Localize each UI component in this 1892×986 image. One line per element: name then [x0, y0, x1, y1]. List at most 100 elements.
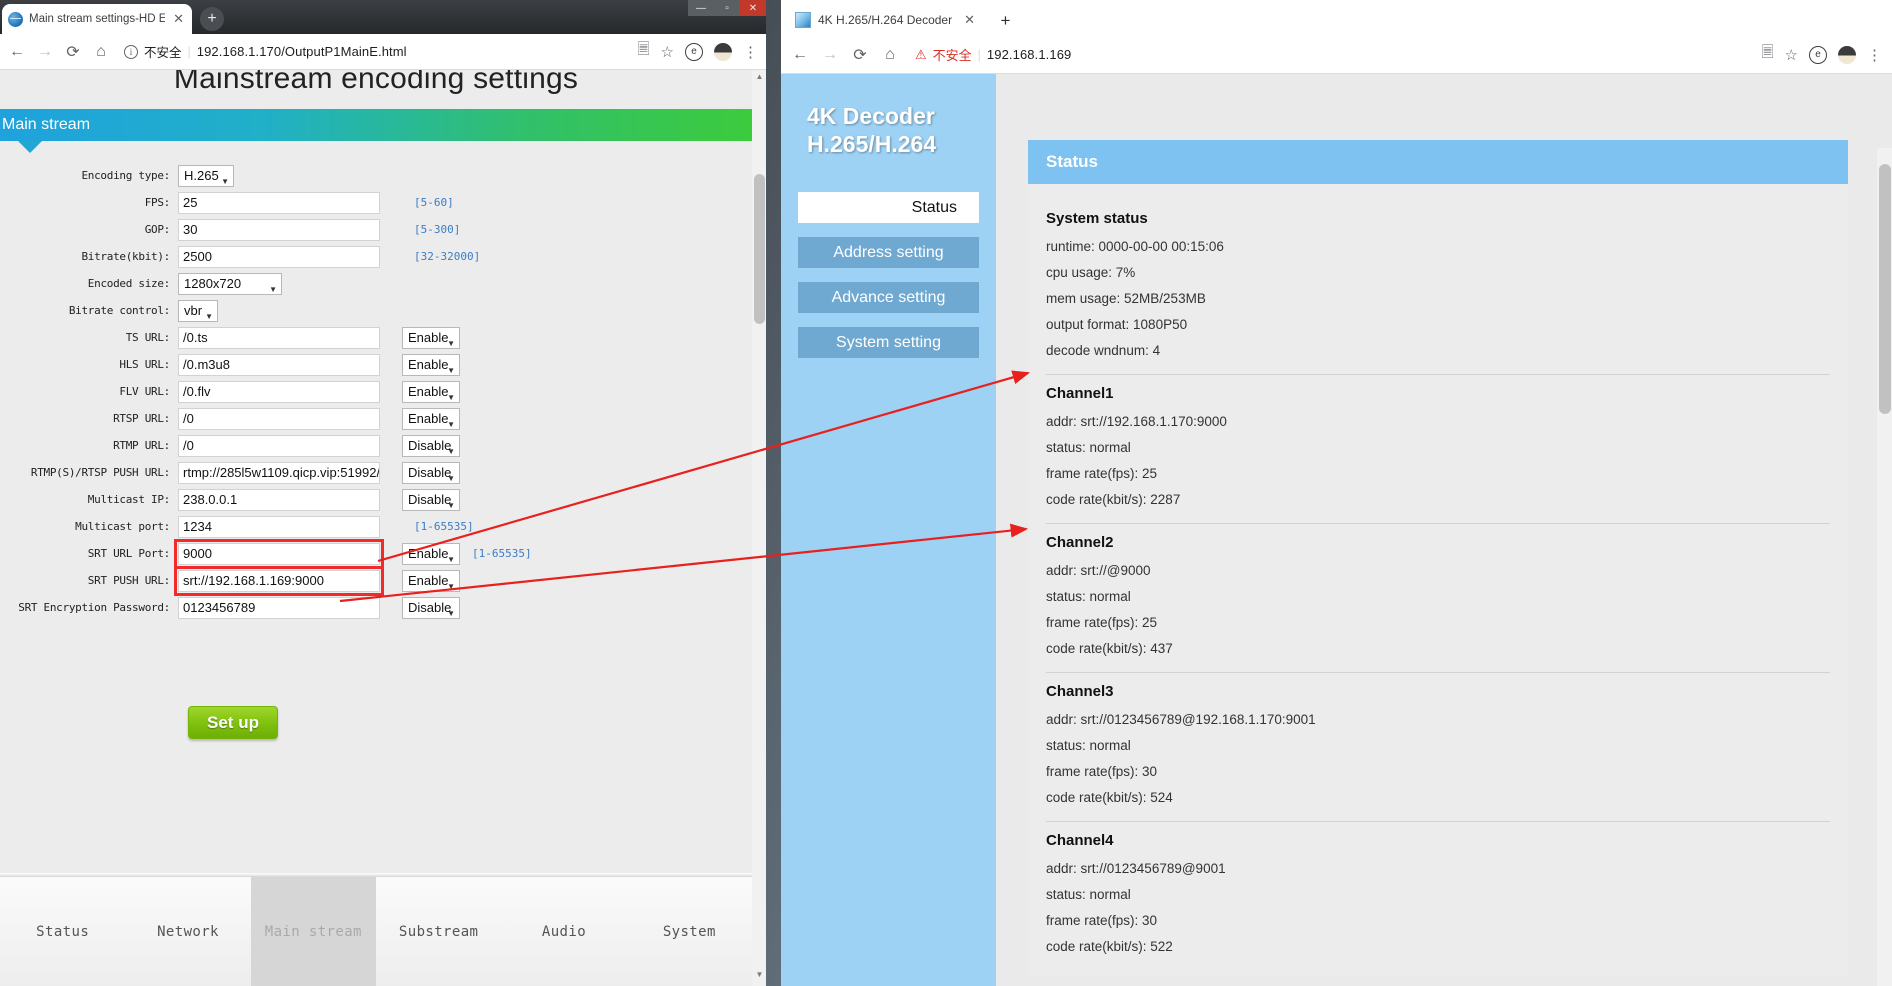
omnibox-divider: | — [977, 47, 981, 62]
text-input[interactable]: srt://192.168.1.169:9000 — [174, 565, 384, 596]
minimize-button[interactable]: — — [688, 0, 714, 16]
sidebar-item-status[interactable]: Status — [798, 192, 979, 224]
select-dropdown[interactable]: vbr — [178, 299, 218, 327]
select-dropdown[interactable]: H.265 — [178, 164, 234, 192]
nav-tab-system[interactable]: System — [627, 877, 752, 986]
address-bar[interactable]: i 不安全 | 192.168.1.170/OutputP1MainE.html — [120, 40, 627, 64]
encoder-browser-window: Main stream settings-HD Encode ✕ + — ▫ ✕… — [0, 0, 766, 986]
forward-icon[interactable]: → — [36, 43, 54, 61]
text-input[interactable]: 25 — [178, 191, 380, 214]
enable-toggle-dropdown[interactable]: Enable — [402, 380, 460, 408]
translate-icon[interactable]: 🗏 — [637, 39, 649, 64]
toolbar-actions: 🗏 ☆ e ⋮ — [637, 39, 758, 64]
address-bar[interactable]: ⚠ 不安全 | 192.168.1.169 — [911, 43, 1749, 67]
status-card-body: System status runtime: 0000-00-00 00:15:0… — [1028, 184, 1848, 975]
form-row: Multicast IP: 238.0.0.1 Disable — [0, 486, 752, 516]
nav-tab-substream[interactable]: Substream — [376, 877, 501, 986]
reload-icon[interactable]: ⟳ — [851, 46, 869, 64]
decoder-tab-title: 4K H.265/H.264 Decoder — [818, 13, 953, 27]
sidebar-item-system-setting[interactable]: System setting — [798, 327, 979, 359]
home-icon[interactable]: ⌂ — [881, 46, 899, 64]
channel-detail-line: status: normal — [1046, 440, 1131, 455]
divider — [1046, 374, 1830, 375]
enable-toggle-dropdown[interactable]: Enable — [402, 569, 460, 597]
back-icon[interactable]: ← — [791, 46, 809, 64]
info-icon[interactable]: i — [124, 44, 138, 59]
form-row: Bitrate control: vbr — [0, 297, 752, 327]
reload-icon[interactable]: ⟳ — [64, 43, 82, 61]
text-input[interactable]: /0.flv — [178, 380, 380, 403]
enable-toggle-dropdown[interactable]: Enable — [402, 542, 460, 570]
enable-toggle-dropdown[interactable]: Disable — [402, 596, 460, 624]
text-input[interactable]: /0 — [178, 407, 380, 430]
translate-icon[interactable]: 🗏 — [1761, 42, 1773, 67]
channel-heading: Channel2 — [1046, 534, 1114, 551]
encoder-tab[interactable]: Main stream settings-HD Encode ✕ — [2, 4, 192, 34]
nav-tab-status[interactable]: Status — [0, 877, 125, 986]
enable-toggle-dropdown[interactable]: Disable — [402, 488, 460, 516]
scrollbar-thumb[interactable] — [1879, 164, 1891, 414]
scroll-up-icon[interactable]: ▲ — [754, 72, 765, 86]
enable-toggle-dropdown[interactable]: Enable — [402, 353, 460, 381]
field-label: HLS URL: — [119, 358, 170, 371]
text-input[interactable]: rtmp://285l5w1109.qicp.vip:51992/live/10 — [178, 461, 380, 484]
bookmark-icon[interactable]: ☆ — [1785, 46, 1798, 64]
new-tab-button[interactable]: + — [993, 8, 1018, 33]
nav-tab-audio[interactable]: Audio — [501, 877, 626, 986]
system-status-line: mem usage: 52MB/253MB — [1046, 291, 1206, 306]
menu-icon[interactable]: ⋮ — [743, 43, 758, 61]
avatar[interactable] — [714, 42, 732, 61]
forward-icon[interactable]: → — [821, 46, 839, 64]
sidebar-item-advance-setting[interactable]: Advance setting — [798, 282, 979, 314]
text-input[interactable]: 2500 — [178, 245, 380, 268]
decoder-logo: 4K Decoder H.265/H.264 — [807, 102, 996, 158]
home-icon[interactable]: ⌂ — [92, 43, 110, 61]
extension-icon[interactable]: e — [685, 42, 703, 61]
select-dropdown[interactable]: 1280x720 — [178, 272, 282, 300]
text-input[interactable]: 238.0.0.1 — [178, 488, 380, 511]
encoder-tab-title: Main stream settings-HD Encode — [29, 13, 166, 25]
security-label: 不安全 — [144, 46, 182, 60]
setup-button[interactable]: Set up — [188, 706, 278, 739]
decoder-tab[interactable]: 4K H.265/H.264 Decoder ✕ — [787, 4, 985, 36]
scroll-down-icon[interactable]: ▼ — [754, 970, 765, 984]
decoder-sidebar: 4K Decoder H.265/H.264 Status Address set… — [781, 74, 996, 986]
menu-icon[interactable]: ⋮ — [1867, 46, 1882, 64]
decoder-scrollbar[interactable] — [1877, 148, 1892, 986]
text-input[interactable]: /0.m3u8 — [178, 353, 380, 376]
close-icon[interactable]: ✕ — [171, 11, 186, 27]
decoder-page: 4K Decoder H.265/H.264 Status Address set… — [781, 74, 1892, 986]
enable-toggle-dropdown[interactable]: Disable — [402, 461, 460, 489]
text-input[interactable]: /0 — [178, 434, 380, 457]
bookmark-icon[interactable]: ☆ — [661, 43, 674, 61]
page-title: Mainstream encoding settings — [173, 70, 579, 95]
system-status-heading: System status — [1046, 210, 1148, 227]
scrollbar-thumb[interactable] — [754, 174, 765, 324]
form-row: FPS: 25 [5-60] — [0, 189, 752, 216]
enable-toggle-dropdown[interactable]: Enable — [402, 407, 460, 435]
close-icon[interactable]: ✕ — [962, 12, 977, 28]
sidebar-item-address-setting[interactable]: Address setting — [798, 237, 979, 269]
nav-tab-main-stream[interactable]: Main stream — [250, 877, 376, 986]
encoder-scrollbar[interactable]: ▲ ▼ — [752, 70, 766, 986]
warning-icon: ⚠ — [915, 46, 927, 62]
field-label: SRT Encryption Password: — [18, 601, 170, 614]
enable-toggle-dropdown[interactable]: Disable — [402, 434, 460, 462]
back-icon[interactable]: ← — [8, 43, 26, 61]
range-hint: [5-60] — [414, 196, 454, 209]
maximize-button[interactable]: ▫ — [714, 0, 740, 16]
form-row: Encoded size: 1280x720 — [0, 270, 752, 300]
form-row: FLV URL: /0.flv Enable — [0, 378, 752, 408]
enable-toggle-dropdown[interactable]: Enable — [402, 326, 460, 354]
nav-tab-network[interactable]: Network — [125, 877, 250, 986]
text-input[interactable]: 30 — [178, 218, 380, 241]
text-input[interactable]: /0.ts — [178, 326, 380, 349]
text-input[interactable]: 9000 — [174, 538, 384, 569]
text-input[interactable]: 1234 — [178, 515, 380, 538]
text-input[interactable]: 0123456789 — [178, 596, 380, 619]
new-tab-button[interactable]: + — [200, 7, 224, 31]
channel-detail-line: frame rate(fps): 25 — [1046, 466, 1158, 481]
close-window-button[interactable]: ✕ — [740, 0, 766, 16]
avatar[interactable] — [1838, 45, 1856, 64]
extension-icon[interactable]: e — [1809, 45, 1827, 64]
